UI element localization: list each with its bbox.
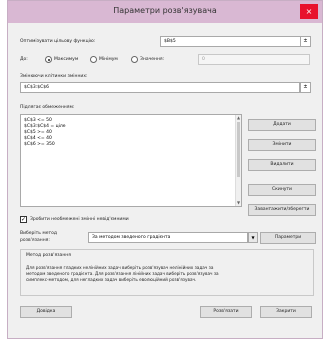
objective-label: Оптимізувати цільову функцію: (20, 39, 96, 44)
method-groupbox: Метод розв'язання Для розв'язання гладки… (20, 249, 314, 296)
constraints-scrollbar[interactable]: ▲ ▼ (235, 115, 241, 206)
close-button[interactable]: Закрити (260, 306, 312, 318)
method-group-title: Метод розв'язання (26, 253, 71, 258)
solver-dialog: Параметри розв'язувача × Оптимізувати ці… (7, 0, 323, 339)
title-bar: Параметри розв'язувача × (8, 1, 322, 23)
solve-button[interactable]: Розв'язати (200, 306, 252, 318)
change-button[interactable]: Змінити (248, 139, 316, 151)
radio-max-label: Максимум (54, 57, 79, 62)
objective-picker-icon[interactable]: ± (300, 36, 311, 47)
constraints-label: Підлягає обмеженням: (20, 105, 75, 110)
method-desc-line: симплекс-методом, для негладких задач ви… (26, 277, 197, 282)
radio-max[interactable] (45, 56, 52, 63)
radio-min-label: Мінімум (99, 57, 118, 62)
reset-button[interactable]: Скинути (248, 184, 316, 196)
objective-input[interactable]: $B$5 (160, 36, 310, 47)
constraints-list[interactable]: $C$3 <= 50 $C$3:$C$4 = ціле $C$5 >= 40 $… (20, 114, 242, 207)
variables-picker-icon[interactable]: ± (300, 82, 311, 93)
delete-button[interactable]: Видалити (248, 159, 316, 171)
close-icon[interactable]: × (300, 4, 318, 19)
scroll-thumb[interactable] (237, 122, 240, 177)
scroll-up-icon[interactable]: ▲ (236, 115, 241, 121)
scroll-down-icon[interactable]: ▼ (236, 200, 241, 206)
value-of-input[interactable]: 0 (198, 54, 310, 65)
method-label-line1: Виберіть метод (20, 231, 58, 236)
load-save-button[interactable]: Завантажити/зберегти (248, 204, 316, 216)
window-title: Параметри розв'язувача (113, 6, 217, 15)
method-select[interactable]: За методом зведеного градієнта (88, 232, 248, 243)
add-button[interactable]: Додати (248, 119, 316, 131)
to-label: До: (20, 57, 28, 62)
help-button[interactable]: Довідка (20, 306, 72, 318)
chevron-down-icon[interactable]: ▼ (248, 232, 258, 243)
nonnegative-checkbox[interactable]: ✓ (20, 216, 27, 223)
radio-value[interactable] (131, 56, 138, 63)
radio-value-label: Значення: (140, 57, 165, 62)
variables-label: Змінюючи клітинки змінних: (20, 74, 88, 79)
parameters-button[interactable]: Параметри (260, 232, 316, 244)
nonnegative-label: Зробити необмежені змінні невід'ємними (30, 217, 129, 222)
variables-input[interactable]: $C$3:$C$6 (20, 82, 300, 93)
method-label-line2: розв'язання: (20, 238, 50, 243)
constraint-item[interactable]: $C$6 >= 350 (21, 142, 241, 148)
radio-min[interactable] (90, 56, 97, 63)
